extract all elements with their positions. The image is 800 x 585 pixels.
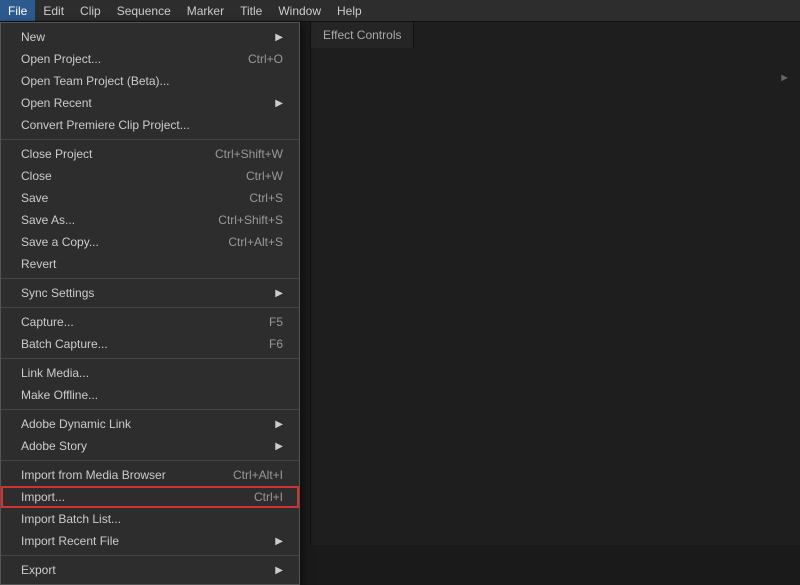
menu-window[interactable]: Window bbox=[270, 0, 329, 21]
menubar: File Edit Clip Sequence Marker Title Win… bbox=[0, 0, 800, 22]
arrow-icon: ▶ bbox=[275, 419, 283, 430]
menu-item-close-project[interactable]: Close Project Ctrl+Shift+W bbox=[1, 143, 299, 165]
arrow-icon: ▶ bbox=[275, 98, 283, 109]
menu-item-import[interactable]: Import... Ctrl+I bbox=[1, 486, 299, 508]
menu-help[interactable]: Help bbox=[329, 0, 370, 21]
menu-item-open-team-project[interactable]: Open Team Project (Beta)... bbox=[1, 70, 299, 92]
arrow-icon: ▶ bbox=[275, 441, 283, 452]
effect-controls-tab[interactable]: Effect Controls bbox=[311, 22, 414, 48]
menu-marker[interactable]: Marker bbox=[179, 0, 232, 21]
menu-clip[interactable]: Clip bbox=[72, 0, 109, 21]
menu-item-save[interactable]: Save Ctrl+S bbox=[1, 187, 299, 209]
separator-2 bbox=[1, 278, 299, 279]
separator-1 bbox=[1, 139, 299, 140]
menu-item-link-media[interactable]: Link Media... bbox=[1, 362, 299, 384]
right-panel: Effect Controls ► bbox=[310, 22, 800, 545]
menu-item-make-offline[interactable]: Make Offline... bbox=[1, 384, 299, 406]
separator-6 bbox=[1, 460, 299, 461]
menu-item-adobe-dynamic-link[interactable]: Adobe Dynamic Link ▶ bbox=[1, 413, 299, 435]
menu-item-convert-premiere[interactable]: Convert Premiere Clip Project... bbox=[1, 114, 299, 136]
menu-item-open-project[interactable]: Open Project... Ctrl+O bbox=[1, 48, 299, 70]
menu-item-export[interactable]: Export ▶ bbox=[1, 559, 299, 581]
menu-item-close[interactable]: Close Ctrl+W bbox=[1, 165, 299, 187]
menu-item-save-as[interactable]: Save As... Ctrl+Shift+S bbox=[1, 209, 299, 231]
menu-item-revert[interactable]: Revert bbox=[1, 253, 299, 275]
arrow-icon: ▶ bbox=[275, 565, 283, 576]
arrow-icon: ▶ bbox=[275, 32, 283, 43]
menu-item-adobe-story[interactable]: Adobe Story ▶ bbox=[1, 435, 299, 457]
arrow-icon: ▶ bbox=[275, 288, 283, 299]
menu-item-import-from-media-browser[interactable]: Import from Media Browser Ctrl+Alt+I bbox=[1, 464, 299, 486]
separator-3 bbox=[1, 307, 299, 308]
timecode: ► bbox=[779, 72, 790, 84]
menu-item-new[interactable]: New ▶ bbox=[1, 26, 299, 48]
menu-item-capture[interactable]: Capture... F5 bbox=[1, 311, 299, 333]
menu-item-batch-capture[interactable]: Batch Capture... F6 bbox=[1, 333, 299, 355]
menu-title[interactable]: Title bbox=[232, 0, 270, 21]
menu-item-import-recent-file[interactable]: Import Recent File ▶ bbox=[1, 530, 299, 552]
file-dropdown-menu: New ▶ Open Project... Ctrl+O Open Team P… bbox=[0, 22, 300, 585]
separator-7 bbox=[1, 555, 299, 556]
separator-4 bbox=[1, 358, 299, 359]
menu-sequence[interactable]: Sequence bbox=[109, 0, 179, 21]
menu-item-save-copy[interactable]: Save a Copy... Ctrl+Alt+S bbox=[1, 231, 299, 253]
separator-5 bbox=[1, 409, 299, 410]
menu-item-sync-settings[interactable]: Sync Settings ▶ bbox=[1, 282, 299, 304]
menu-file[interactable]: File bbox=[0, 0, 35, 21]
menu-item-import-batch-list[interactable]: Import Batch List... bbox=[1, 508, 299, 530]
menu-item-open-recent[interactable]: Open Recent ▶ bbox=[1, 92, 299, 114]
menu-edit[interactable]: Edit bbox=[35, 0, 72, 21]
